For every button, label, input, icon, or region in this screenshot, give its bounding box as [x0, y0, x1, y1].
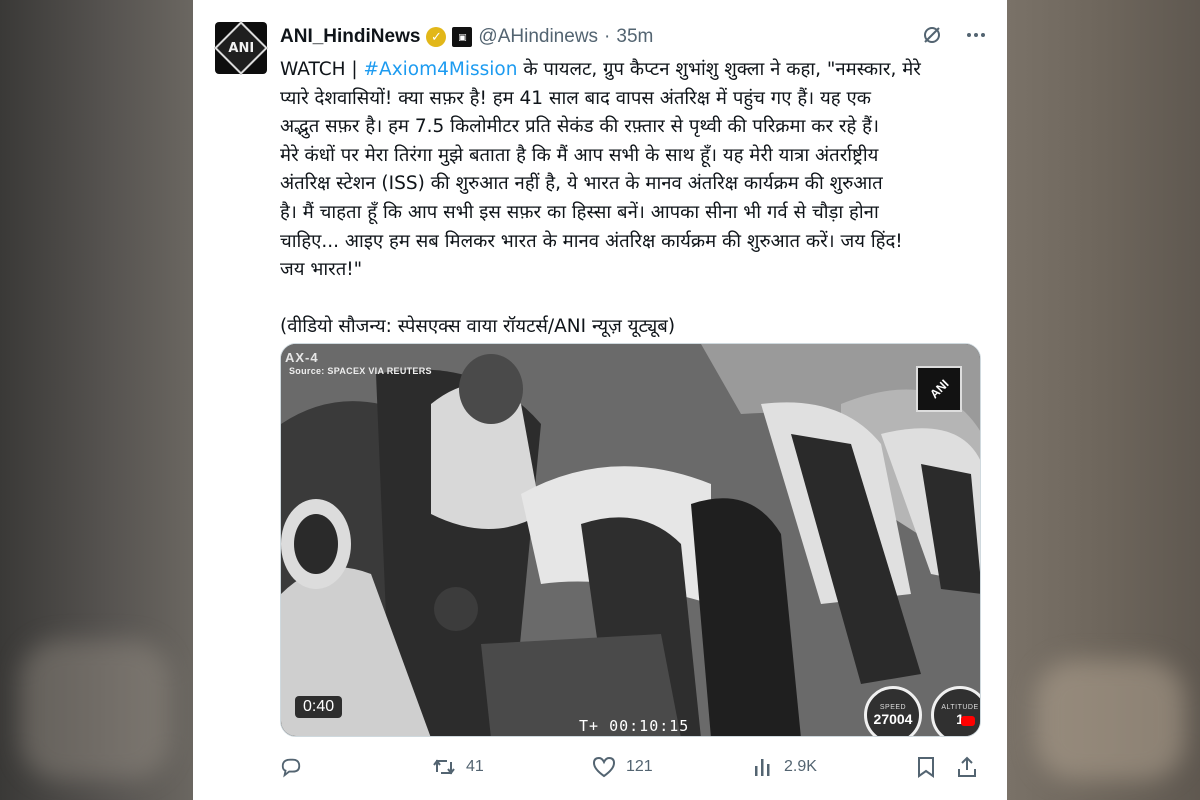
- background-right: [1005, 0, 1200, 800]
- views-button[interactable]: 2.9K: [752, 756, 817, 778]
- speed-caption: SPEED: [879, 703, 907, 711]
- like-icon: [592, 756, 616, 778]
- tweet-text: WATCH | #Axiom4Mission के पायलट, ग्रुप क…: [280, 56, 980, 342]
- text-line: है। मैं चाहता हूँ कि आप सभी इस सफ़र का ह…: [280, 201, 879, 223]
- avatar-logo-text: ANI: [228, 40, 254, 56]
- tweet-actions: 41 121 2.9K: [280, 756, 980, 782]
- reply-icon: [281, 758, 301, 778]
- affiliate-badge-icon[interactable]: ▣: [452, 27, 473, 47]
- altitude-caption: ALTITUDE: [941, 703, 979, 711]
- author-handle[interactable]: @AHindinews: [478, 26, 598, 48]
- bookmark-button[interactable]: [916, 756, 936, 778]
- text-line: मेरे कंधों पर मेरा तिरंगा मुझे बताता है …: [280, 144, 879, 166]
- video-source-label: Source: SPACEX VIA REUTERS: [289, 366, 432, 376]
- bookmark-icon: [918, 757, 934, 778]
- like-button[interactable]: 121: [592, 756, 653, 778]
- ani-logo-icon: ANI: [214, 21, 268, 75]
- video-credit: (वीडियो सौजन्य: स्पेसएक्स वाया रॉयटर्स/A…: [280, 316, 676, 338]
- verified-badge-icon[interactable]: ✓: [426, 27, 447, 47]
- speed-value: 27004: [873, 710, 913, 727]
- text-line: प्यारे देशवासियों! क्या सफ़र है! हम 41 स…: [280, 87, 871, 109]
- text-line: अद्भुत सफ़र है। हम 7.5 किलोमीटर प्रति से…: [280, 116, 880, 138]
- reply-button[interactable]: [280, 756, 312, 778]
- text-line: अंतरिक्ष स्टेशन (ISS) की शुरुआत नहीं है,…: [280, 173, 883, 195]
- altitude-gauge: ALTITUDE 1: [931, 686, 980, 736]
- retweet-button[interactable]: 41: [432, 756, 484, 778]
- video-ani-logo: ANI: [916, 366, 962, 412]
- video-logo-text: ANI: [926, 376, 952, 402]
- text-line: जय भारत!": [280, 259, 363, 281]
- hashtag-link[interactable]: #Axiom4Mission: [364, 59, 518, 80]
- background-left: [0, 0, 195, 800]
- video-player[interactable]: AX-4 Source: SPACEX VIA REUTERS ANI T+ 0…: [280, 343, 981, 737]
- youtube-icon: [961, 716, 975, 726]
- grok-icon[interactable]: [921, 24, 943, 46]
- share-button[interactable]: [956, 756, 978, 778]
- tweet-timestamp[interactable]: 35m: [616, 26, 653, 48]
- text-prefix: WATCH |: [280, 59, 364, 80]
- retweet-count: 41: [466, 758, 484, 775]
- views-icon: [755, 759, 770, 776]
- avatar[interactable]: ANI: [214, 21, 268, 75]
- more-icon[interactable]: [965, 24, 987, 46]
- like-count: 121: [626, 758, 653, 775]
- text-line: चाहिए... आइए हम सब मिलकर भारत के मानव अं…: [280, 230, 903, 252]
- author-name[interactable]: ANI_HindiNews: [280, 26, 420, 48]
- tweet-card[interactable]: ANI ANI_HindiNews ✓ ▣ @AHindinews · 35m …: [193, 0, 1007, 800]
- mission-label: AX-4: [285, 350, 319, 365]
- header-actions: [921, 24, 987, 46]
- views-count: 2.9K: [784, 758, 817, 775]
- share-icon: [958, 756, 976, 777]
- speed-gauge: SPEED 27004: [864, 686, 922, 736]
- separator-dot: ·: [604, 26, 611, 47]
- retweet-icon: [433, 759, 455, 775]
- tweet-header: ANI_HindiNews ✓ ▣ @AHindinews · 35m: [280, 24, 987, 50]
- video-duration: 0:40: [295, 696, 343, 718]
- text-line: के पायलट, ग्रुप कैप्टन शुभांशु शुक्ला ने…: [523, 59, 921, 80]
- video-frame: [281, 344, 980, 736]
- mission-timer: T+ 00:10:15: [579, 717, 690, 735]
